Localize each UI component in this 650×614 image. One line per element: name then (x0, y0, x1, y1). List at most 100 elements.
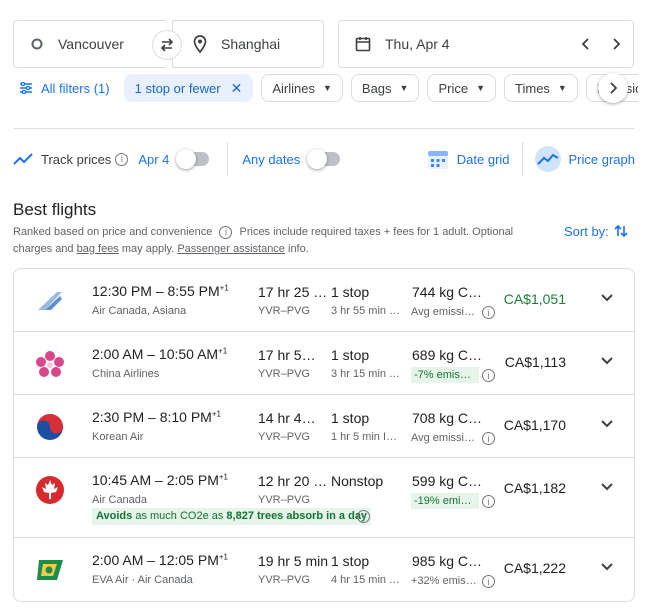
trees-count: 8,827 trees absorb in a day (226, 510, 368, 522)
airline-name: EVA Air · Air Canada (92, 574, 193, 586)
avoids-text: as much CO2e as (132, 510, 227, 522)
flight-results-list: 12:30 PM – 8:55 PM+1 Air Canada, Asiana … (13, 268, 635, 602)
flight-price: CA$1,182 (503, 480, 566, 496)
info-icon[interactable]: i (482, 369, 495, 382)
caret-down-icon: ▼ (476, 83, 486, 93)
layover-info: 3 hr 15 min TPE (331, 368, 401, 380)
flight-duration: 19 hr 5 min (258, 553, 329, 569)
calendar-icon (355, 37, 371, 52)
emissions-comparison: Avg emissions (411, 432, 479, 444)
next-date-chevron-icon[interactable] (609, 35, 623, 53)
chevron-down-icon[interactable] (600, 293, 614, 303)
flight-price: CA$1,051 (503, 291, 566, 307)
flight-row[interactable]: 12:30 PM – 8:55 PM+1 Air Canada, Asiana … (14, 269, 634, 332)
all-filters-button[interactable]: All filters (1) (13, 74, 116, 102)
emissions-comparison: -19% emissions (411, 493, 479, 509)
remove-filter-icon[interactable]: ✕ (231, 80, 243, 97)
departure-date-field[interactable]: Thu, Apr 4 (338, 20, 634, 68)
time-range: 2:00 AM – 12:05 PM (92, 552, 219, 568)
emissions-savings-badge: Avoids as much CO2e as 8,827 trees absor… (92, 508, 372, 525)
flight-duration: 14 hr 40 min (258, 410, 320, 426)
time-range: 10:45 AM – 2:05 PM (92, 472, 219, 488)
chevron-down-icon[interactable] (600, 356, 614, 366)
sort-by-button[interactable]: Sort by: (564, 223, 629, 239)
previous-date-chevron-icon[interactable] (579, 35, 593, 53)
caret-down-icon: ▼ (557, 83, 567, 93)
day-offset: +1 (211, 409, 221, 419)
destination-field[interactable]: Shanghai (172, 20, 324, 68)
chevron-right-icon (610, 82, 618, 94)
info-icon[interactable]: i (482, 495, 495, 508)
flight-duration: 12 hr 20 min (258, 473, 334, 489)
info-icon[interactable]: i (219, 226, 233, 239)
info-icon[interactable]: i (357, 510, 370, 523)
stop-count: 1 stop (330, 553, 370, 569)
taegeuk-icon (34, 413, 66, 441)
times-chip[interactable]: Times ▼ (504, 74, 578, 102)
stop-count: 1 stop (330, 284, 370, 300)
avoids-label: Avoids (96, 510, 133, 522)
swap-button[interactable] (152, 30, 182, 60)
emissions-comparison: -7% emissions (411, 367, 479, 383)
layover-info: 4 hr 15 min TPE (331, 574, 401, 586)
layover-info: 3 hr 55 min ICN (331, 305, 401, 317)
date-grid-button[interactable]: Date grid (427, 148, 510, 170)
flight-row[interactable]: 2:00 AM – 12:05 PM+1 EVA Air · Air Canad… (14, 538, 634, 601)
flight-duration: 17 hr 50 min (258, 347, 320, 363)
info-icon[interactable]: i (482, 575, 495, 588)
info-icon[interactable]: i (482, 306, 495, 319)
chevron-down-icon[interactable] (600, 562, 614, 572)
bag-fees-link[interactable]: bag fees (77, 243, 119, 255)
origin-value: Vancouver (58, 36, 124, 52)
price-chip-label: Price (438, 80, 469, 96)
time-range: 2:00 AM – 10:50 AM (92, 346, 219, 362)
any-dates-toggle[interactable] (307, 149, 341, 169)
layover-info: 1 hr 5 min ICN (331, 431, 401, 443)
track-date-toggle[interactable] (176, 149, 210, 169)
price-graph-button[interactable]: Price graph (534, 146, 635, 172)
caret-down-icon: ▼ (322, 83, 332, 93)
price-chip[interactable]: Price ▼ (427, 74, 497, 102)
airline-name: Korean Air (92, 431, 144, 443)
price-graph-icon (534, 146, 561, 172)
emissions-value: 708 kg CO2e (412, 410, 492, 426)
info-icon[interactable]: i (482, 432, 495, 445)
airlines-chip[interactable]: Airlines ▼ (261, 74, 343, 102)
date-grid-label: Date grid (456, 151, 510, 167)
flight-route: YVR–PVG (258, 305, 310, 317)
chevron-down-icon[interactable] (600, 482, 614, 492)
divider (227, 142, 229, 176)
flight-times: 12:30 PM – 8:55 PM+1 (92, 283, 229, 299)
info-suffix-text: info. (288, 243, 309, 255)
flight-row[interactable]: 2:00 AM – 10:50 AM+1 China Airlines 17 h… (14, 332, 634, 395)
airlines-chip-label: Airlines (272, 80, 315, 96)
eva-shield-icon (34, 556, 66, 584)
price-tracking-bar: Track prices i Apr 4 Any dates Date grid… (13, 141, 635, 177)
scroll-chips-right-button[interactable] (598, 73, 628, 103)
info-icon[interactable]: i (115, 152, 129, 166)
all-filters-label: All filters (1) (41, 80, 110, 96)
stops-filter-chip[interactable]: 1 stop or fewer ✕ (123, 74, 254, 102)
airline-name: Air Canada (92, 494, 148, 506)
divider (13, 128, 635, 129)
flight-row[interactable]: 2:30 PM – 8:10 PM+1 Korean Air 14 hr 40 … (14, 395, 634, 458)
track-prices-label: Track prices (41, 151, 112, 167)
flight-price: CA$1,113 (504, 354, 566, 370)
chevron-down-icon[interactable] (600, 419, 614, 429)
date-value: Thu, Apr 4 (385, 36, 450, 52)
filter-chip-bar: All filters (1) 1 stop or fewer ✕ Airlin… (13, 74, 638, 102)
emissions-comparison: Avg emissions (411, 306, 479, 318)
flight-times: 2:00 AM – 10:50 AM+1 (92, 346, 227, 362)
flight-times: 10:45 AM – 2:05 PM+1 (92, 472, 228, 488)
day-offset: +1 (218, 552, 228, 562)
origin-field[interactable]: Vancouver (13, 20, 165, 68)
swap-arrows-icon (160, 38, 174, 52)
passenger-assistance-link[interactable]: Passenger assistance (177, 243, 285, 255)
stop-count: 1 stop (330, 347, 370, 363)
flight-row[interactable]: 10:45 AM – 2:05 PM+1 Air Canada 12 hr 20… (14, 458, 634, 538)
flight-route: YVR–PVG (258, 368, 310, 380)
best-flights-heading: Best flights (13, 200, 97, 219)
bags-chip[interactable]: Bags ▼ (350, 74, 420, 102)
stops-filter-label: 1 stop or fewer (134, 80, 221, 96)
location-pin-icon (193, 35, 207, 53)
